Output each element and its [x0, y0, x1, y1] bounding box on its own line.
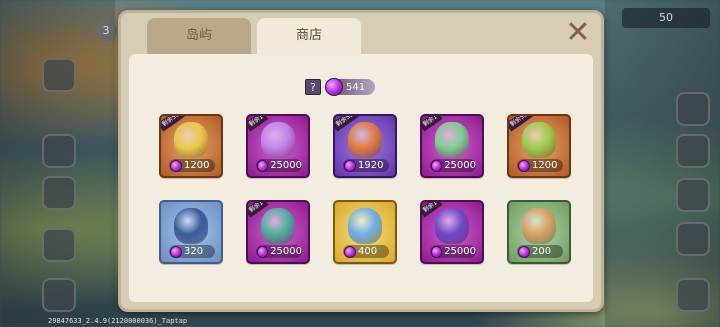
tab-islands[interactable]: 岛屿 [147, 18, 251, 54]
shop-panel: 岛屿 商店 ✕ ? 541 剩余50 1200 剩余1 25000 剩余50 1920 剩余… [118, 10, 604, 312]
gem-icon [170, 245, 182, 258]
gem-icon [431, 159, 443, 172]
price-value: 320 [184, 246, 204, 257]
price-value: 400 [358, 246, 378, 257]
gem-icon [431, 245, 443, 258]
side-button-badge[interactable] [676, 92, 710, 126]
tower-island-icon [435, 208, 469, 244]
gem-count: 541 [346, 81, 366, 93]
gem-icon [344, 245, 356, 258]
leaf-egg-icon [174, 122, 208, 158]
version-text: 29847633_2.4.9(2120000036)_Taptap [48, 317, 188, 325]
item-price: 400 [343, 245, 389, 258]
item-price: 1200 [517, 159, 563, 172]
price-value: 200 [532, 246, 552, 257]
level-badge: 3 [95, 20, 117, 42]
side-button-gift[interactable] [676, 134, 710, 168]
close-button[interactable]: ✕ [565, 18, 591, 48]
item-price: 1920 [343, 159, 389, 172]
side-button-egg[interactable] [676, 178, 710, 212]
green-egg-icon [522, 122, 556, 158]
side-button-basket[interactable] [676, 222, 710, 256]
shop-item-castle-island[interactable]: 剩余1 25000 [246, 114, 310, 178]
resource-counter: 50 [622, 8, 710, 28]
help-button[interactable]: ? [305, 79, 321, 95]
flower-island-icon [435, 122, 469, 158]
shop-item-tower-island[interactable]: 剩余1 25000 [420, 200, 484, 264]
price-value: 25000 [270, 160, 302, 171]
price-value: 1200 [184, 160, 210, 171]
shop-item-mystery-egg-brown[interactable]: 200 [507, 200, 571, 264]
side-button-more[interactable] [42, 228, 76, 262]
item-price: 25000 [430, 159, 476, 172]
price-value: 1920 [358, 160, 384, 171]
side-button-map[interactable] [42, 278, 76, 312]
side-button-shop[interactable] [676, 278, 710, 312]
item-price: 25000 [256, 245, 302, 258]
shop-item-leaf-egg[interactable]: 剩余50 1200 [159, 114, 223, 178]
shop-item-crystal-island[interactable]: 剩余1 25000 [246, 200, 310, 264]
price-value: 25000 [444, 246, 476, 257]
gem-icon [518, 245, 530, 258]
gem-icon [170, 159, 182, 172]
crystal-island-icon [261, 208, 295, 244]
item-price: 200 [517, 245, 563, 258]
mystery-egg-brown-icon [522, 208, 556, 244]
gem-icon [325, 78, 343, 96]
shop-item-flower-island[interactable]: 剩余1 25000 [420, 114, 484, 178]
shop-content: ? 541 剩余50 1200 剩余1 25000 剩余50 1920 剩余1 25000 剩余… [129, 54, 593, 302]
tab-shop[interactable]: 商店 [257, 18, 361, 54]
spotted-egg-icon [348, 122, 382, 158]
gem-icon [257, 245, 269, 258]
shop-item-dragon-egg[interactable]: 320 [159, 200, 223, 264]
gem-icon [344, 159, 356, 172]
item-price: 25000 [256, 159, 302, 172]
gem-balance: 541 [325, 78, 376, 96]
shop-item-green-egg[interactable]: 剩余50 1200 [507, 114, 571, 178]
side-button-star[interactable] [42, 58, 76, 92]
item-price: 25000 [430, 245, 476, 258]
item-price: 1200 [169, 159, 215, 172]
price-value: 25000 [444, 160, 476, 171]
side-button-quest[interactable] [42, 134, 76, 168]
price-value: 1200 [532, 160, 558, 171]
item-price: 320 [169, 245, 215, 258]
shop-item-mystery-egg[interactable]: 400 [333, 200, 397, 264]
mystery-egg-icon [348, 208, 382, 244]
castle-island-icon [261, 122, 295, 158]
gem-icon [518, 159, 530, 172]
currency-bar: ? 541 [305, 77, 376, 97]
gem-icon [257, 159, 269, 172]
shop-item-spotted-egg[interactable]: 剩余50 1920 [333, 114, 397, 178]
price-value: 25000 [270, 246, 302, 257]
dragon-egg-icon [174, 208, 208, 244]
side-button-chat[interactable] [42, 176, 76, 210]
